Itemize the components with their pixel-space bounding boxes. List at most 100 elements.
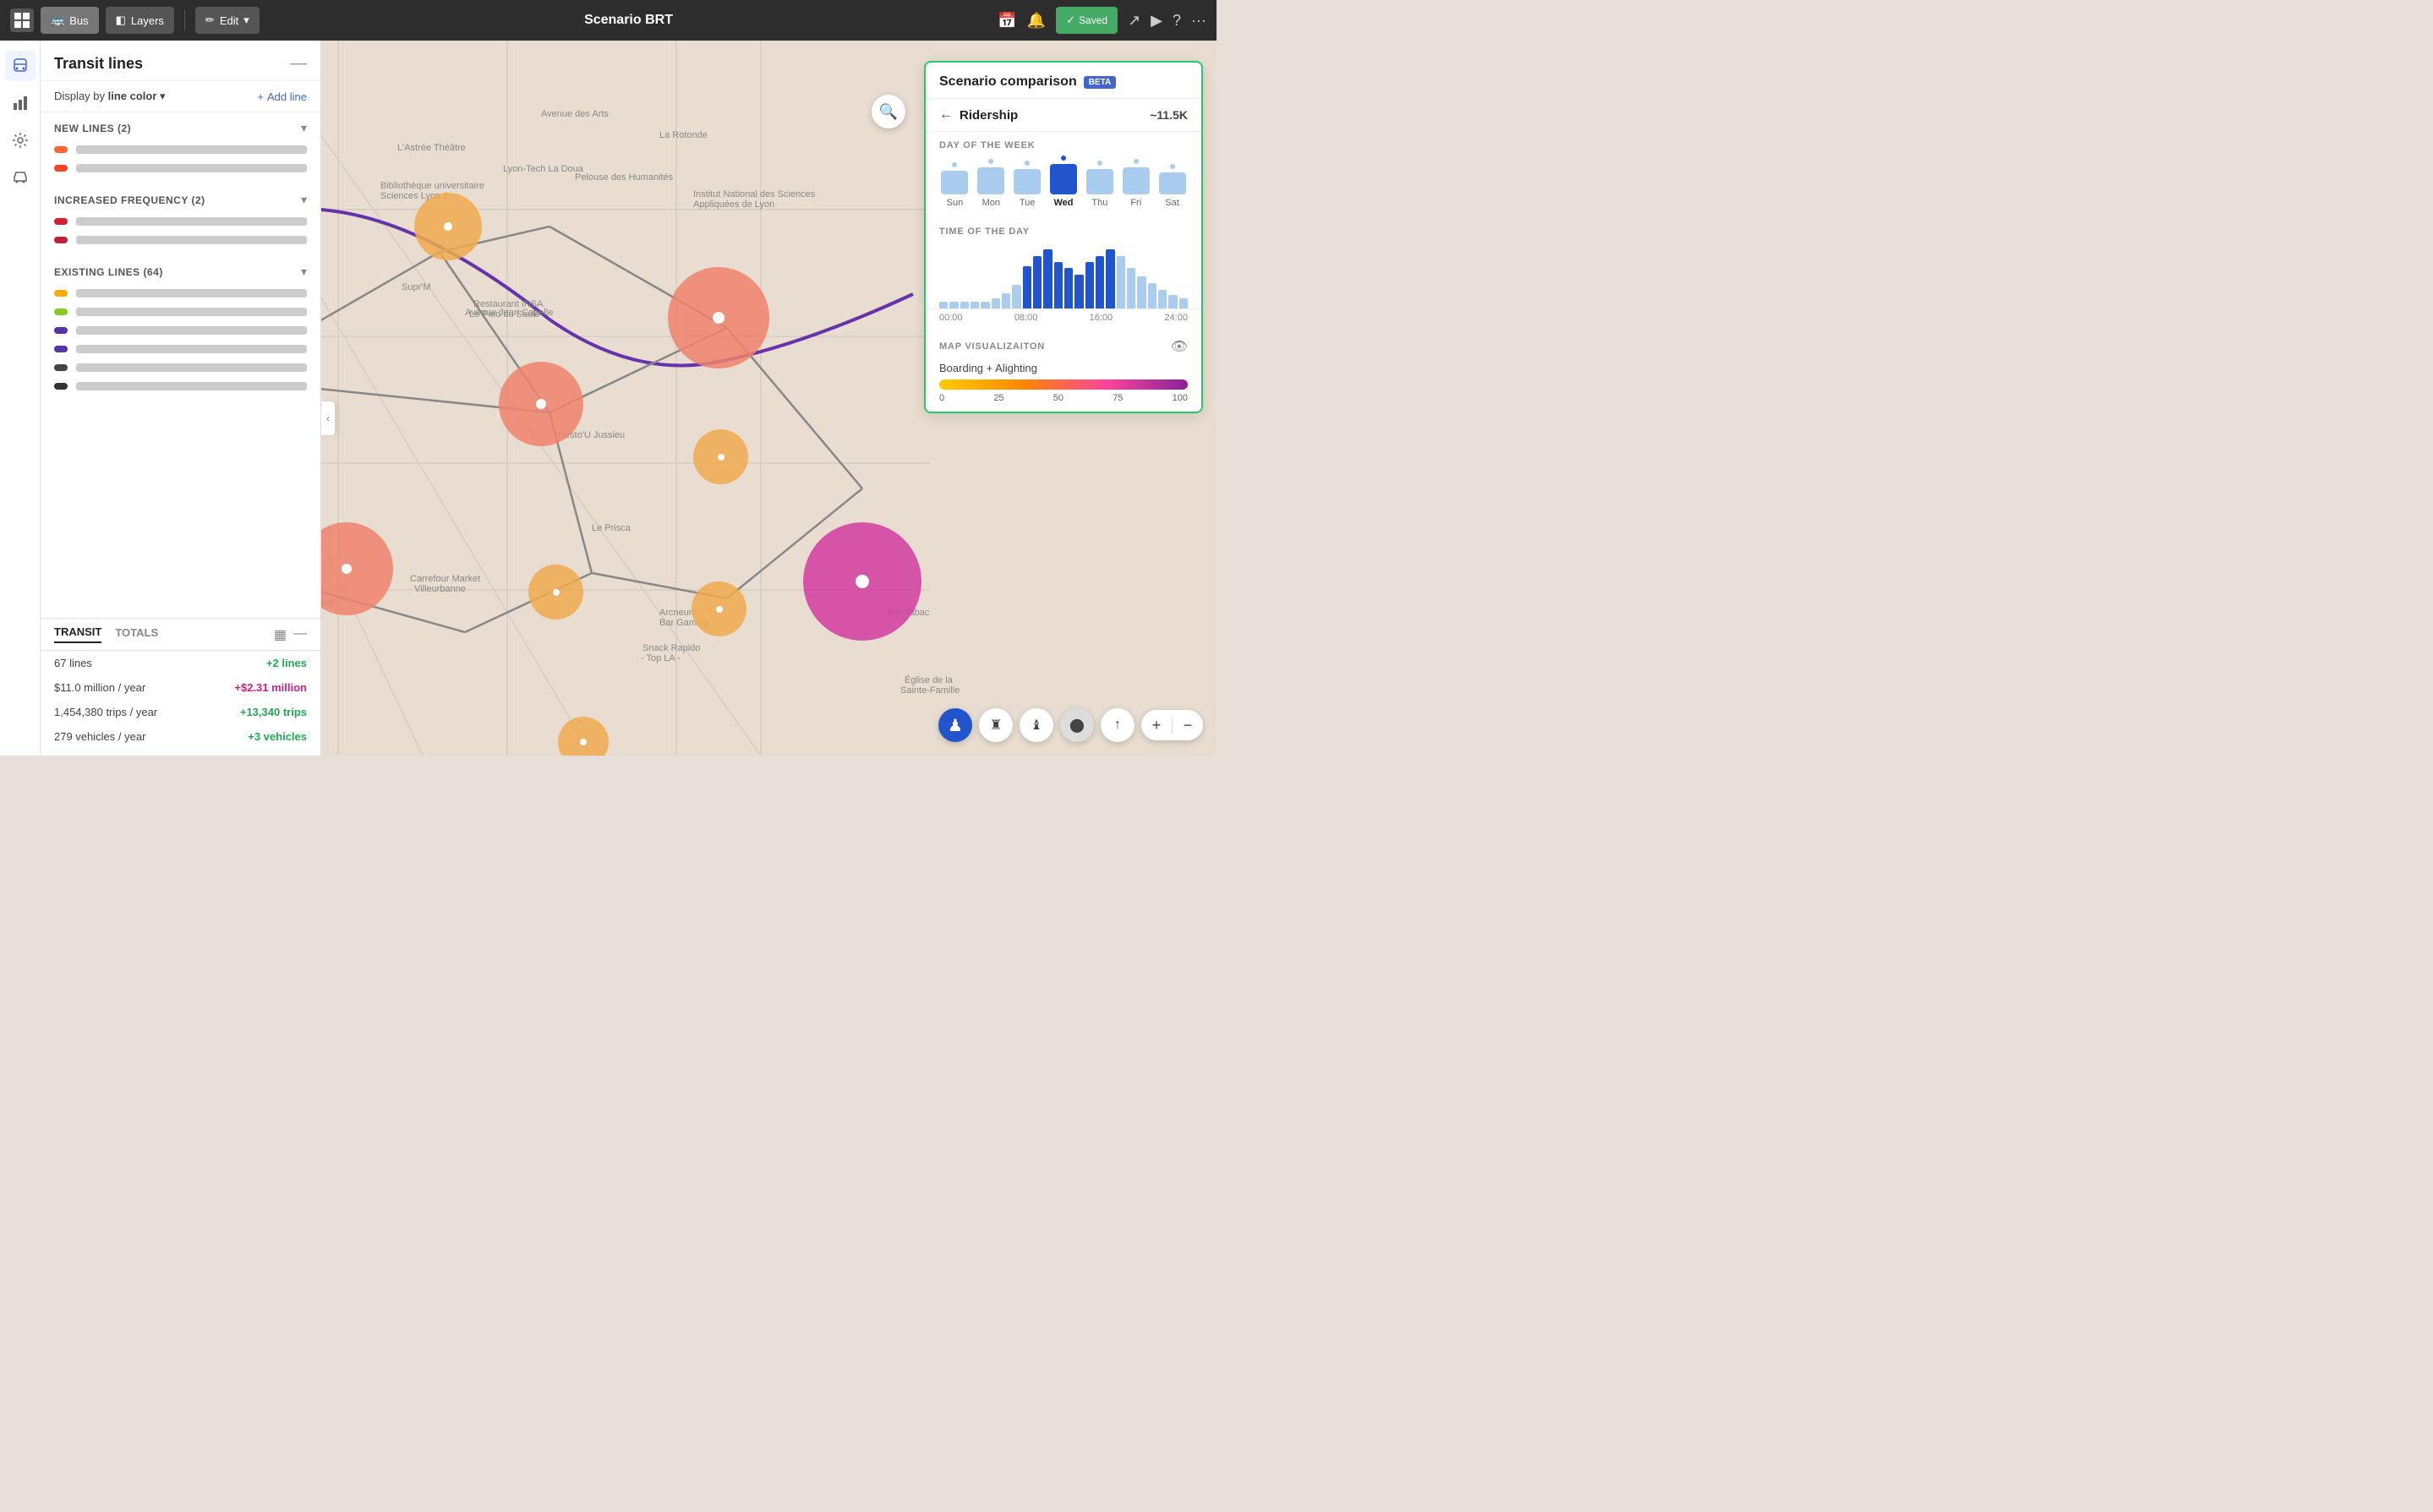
map-stop-orange-1[interactable] (414, 193, 482, 260)
color-gradient-bar (939, 379, 1188, 390)
dow-dot (952, 162, 957, 167)
back-button[interactable]: ← (939, 107, 953, 123)
line-color-indicator (54, 364, 68, 371)
svg-text:Restaurant INSA: Restaurant INSA (473, 299, 544, 309)
zoom-out-button[interactable]: − (1173, 710, 1203, 740)
increased-freq-item-2[interactable] (41, 231, 320, 249)
globe-button[interactable]: ⬤ (1060, 708, 1094, 742)
line-name-bar (76, 236, 307, 244)
stat-value-trips: +13,340 trips (240, 706, 307, 718)
stats-tab-icons: ▦ — (274, 626, 307, 643)
new-line-item-1[interactable] (41, 140, 320, 159)
panel-close-button[interactable]: — (290, 54, 307, 74)
line-color-indicator (54, 165, 68, 172)
app-logo[interactable] (10, 8, 34, 32)
chart-icon[interactable]: ▦ (274, 626, 287, 643)
bell-icon[interactable]: 🔔 (1027, 12, 1046, 30)
tod-bar-22 (1168, 295, 1177, 308)
scenario-header: Scenario comparison BETA (926, 63, 1201, 99)
tod-bar-18 (1127, 268, 1135, 308)
share-status-button[interactable]: ✓ Saved (1056, 7, 1118, 34)
person2-icon: ♝ (1031, 717, 1042, 734)
existing-line-item-4[interactable] (41, 340, 320, 358)
nav-transit-icon[interactable] (5, 51, 36, 81)
existing-line-item-2[interactable] (41, 303, 320, 321)
layers-button[interactable]: ◧ Layers (106, 7, 174, 34)
tod-label-2400: 24:00 (1164, 313, 1188, 323)
dow-dot (1061, 156, 1066, 161)
day-of-week-label: DAY OF THE WEEK (926, 132, 1201, 156)
existing-line-item-6[interactable] (41, 377, 320, 396)
calendar-icon[interactable]: 📅 (998, 12, 1016, 30)
person2-icon-button[interactable]: ♝ (1020, 708, 1053, 742)
stat-value-cost: +$2.31 million (234, 681, 307, 694)
person-icon-button[interactable]: ♟ (938, 708, 972, 742)
transit-tab[interactable]: TRANSIT (54, 625, 101, 643)
dow-thu[interactable]: Thu (1084, 161, 1115, 208)
add-line-button[interactable]: + Add line (257, 90, 307, 103)
map-stop-orange-3[interactable] (693, 429, 748, 484)
dow-fri[interactable]: Fri (1120, 159, 1151, 208)
boarding-alighting-label: Boarding + Alighting (939, 362, 1188, 374)
map-stop-orange-4[interactable] (528, 565, 583, 620)
increased-freq-item-1[interactable] (41, 212, 320, 231)
map-stop-magenta-1[interactable] (803, 522, 921, 641)
dow-bar (1123, 167, 1150, 194)
svg-text:Pelouse des Humanités: Pelouse des Humanités (575, 172, 674, 183)
edit-button[interactable]: ✏ Edit ▾ (195, 7, 260, 34)
minimize-icon[interactable]: — (293, 626, 307, 643)
help-icon[interactable]: ? (1173, 12, 1181, 30)
map-search-button[interactable]: 🔍 (872, 95, 905, 128)
more-icon[interactable]: ··· (1191, 12, 1206, 30)
existing-line-item-1[interactable] (41, 284, 320, 303)
collapse-sidebar-button[interactable]: ‹ (321, 401, 335, 435)
dow-dot (1097, 161, 1102, 166)
marker-icon-button[interactable]: ♜ (979, 708, 1013, 742)
dow-mon[interactable]: Mon (976, 159, 1007, 208)
new-line-item-2[interactable] (41, 159, 320, 177)
dow-wed[interactable]: Wed (1048, 156, 1080, 208)
map-stop-orange-5[interactable] (692, 581, 746, 636)
compass-button[interactable]: ↑ (1101, 708, 1134, 742)
existing-line-item-3[interactable] (41, 321, 320, 340)
eye-icon[interactable]: 👁 (1171, 338, 1188, 355)
nav-settings-icon[interactable] (5, 125, 36, 156)
present-icon[interactable]: ▶ (1151, 12, 1162, 30)
tod-bar-15 (1096, 256, 1104, 308)
existing-lines-title: EXISTING LINES (64) (54, 266, 163, 278)
dow-label: Tue (1020, 198, 1036, 208)
existing-line-item-5[interactable] (41, 358, 320, 377)
line-color-indicator (54, 383, 68, 390)
dow-sat[interactable]: Sat (1156, 164, 1188, 208)
map-visualization-section: MAP VISUALIZAITON 👁 Boarding + Alighting… (926, 330, 1201, 412)
nav-stats-icon[interactable] (5, 88, 36, 118)
existing-lines-section-header[interactable]: EXISTING LINES (64) ▾ (41, 256, 320, 284)
line-color-indicator (54, 308, 68, 315)
map-stop-large-1[interactable] (668, 267, 769, 368)
tod-bar-10 (1043, 249, 1052, 308)
line-color-indicator (54, 346, 68, 352)
stat-value-lines: +2 lines (266, 657, 307, 669)
svg-text:Appliquées de Lyon: Appliquées de Lyon (693, 199, 774, 210)
zoom-in-button[interactable]: + (1141, 710, 1172, 740)
totals-tab[interactable]: TOTALS (115, 626, 158, 642)
bus-button[interactable]: 🚌 Bus (41, 7, 99, 34)
map-stop-large-2[interactable] (499, 362, 583, 446)
new-lines-section-header[interactable]: NEW LINES (2) ▾ (41, 112, 320, 140)
display-row: Display by line color ▾ + Add line (41, 81, 320, 112)
gradient-label-50: 50 (1053, 393, 1063, 403)
svg-text:Avenue des Arts: Avenue des Arts (541, 109, 609, 119)
stats-tabs: TRANSIT TOTALS ▦ — (41, 625, 320, 651)
increased-freq-section-header[interactable]: INCREASED FREQUENCY (2) ▾ (41, 184, 320, 212)
nav-vehicle-icon[interactable] (5, 162, 36, 193)
tod-bar-3 (970, 302, 979, 308)
stat-value-vehicles: +3 vehicles (248, 730, 307, 743)
increased-freq-title: INCREASED FREQUENCY (2) (54, 194, 205, 206)
beta-badge: BETA (1084, 76, 1116, 89)
dow-tue[interactable]: Tue (1012, 161, 1043, 208)
map-bottom-controls: ♟ ♜ ♝ ⬤ ↑ + − (938, 708, 1203, 742)
tod-bar-11 (1054, 262, 1063, 308)
dow-sun[interactable]: Sun (939, 162, 970, 208)
export-icon[interactable]: ↗ (1128, 12, 1140, 30)
line-color-indicator (54, 327, 68, 334)
